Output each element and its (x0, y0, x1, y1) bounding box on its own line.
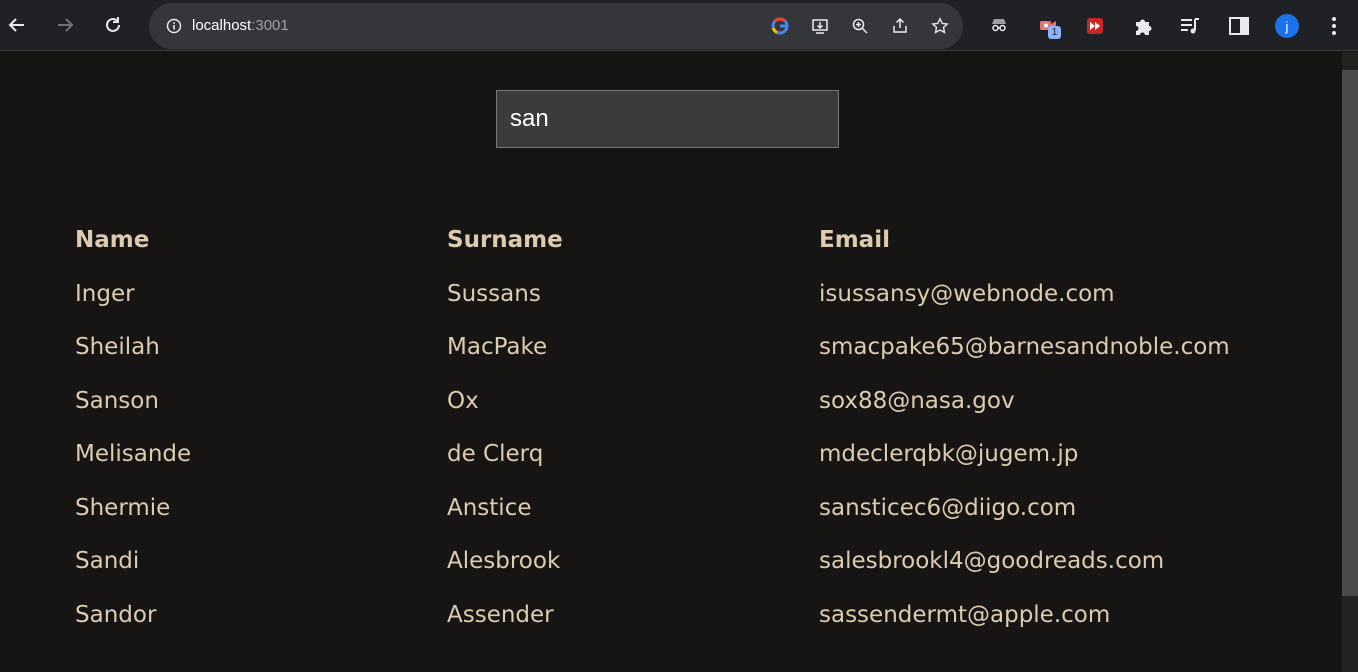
cell-email: mdeclerqbk@jugem.jp (819, 441, 1079, 467)
arrow-left-icon (8, 18, 24, 32)
cell-surname: Ox (447, 387, 479, 414)
share-icon[interactable] (889, 15, 911, 37)
more-menu-icon[interactable] (1322, 14, 1346, 38)
site-info-icon[interactable] (163, 15, 185, 37)
search-input[interactable] (496, 90, 839, 148)
cell-email: isussansy@webnode.com (819, 280, 1115, 307)
forward-button[interactable] (48, 8, 82, 42)
extension-spy-icon[interactable] (987, 14, 1011, 38)
cell-name: Inger (75, 280, 135, 307)
header-surname: Surname (447, 227, 563, 253)
cell-surname: Sussans (447, 280, 541, 307)
extensions-puzzle-icon[interactable] (1131, 14, 1155, 38)
table-row: Sanson Ox sox88@nasa.gov (75, 386, 1275, 440)
table-row: Sandor Assender sassendermt@apple.com (75, 600, 1275, 654)
cell-name: Sandor (75, 601, 157, 628)
url-text: localhost:3001 (192, 16, 289, 36)
scrollbar-thumb[interactable] (1342, 70, 1358, 596)
reload-icon (106, 17, 120, 32)
table-row: Sandi Alesbrook salesbrookl4@goodreads.c… (75, 546, 1275, 600)
extension-forward-icon[interactable] (1083, 14, 1107, 38)
back-button[interactable] (0, 8, 34, 42)
reading-list-icon[interactable] (1178, 14, 1202, 38)
cell-name: Sheilah (75, 334, 160, 360)
page-content: Name Surname Email Inger Sussans isussan… (0, 52, 1342, 672)
cell-name: Sanson (75, 387, 159, 414)
google-lens-icon[interactable] (769, 15, 791, 37)
cell-surname: Anstice (447, 494, 532, 521)
reload-button[interactable] (96, 8, 130, 42)
cell-email: salesbrookl4@goodreads.com (819, 548, 1165, 574)
table-header-row: Name Surname Email (75, 225, 1275, 279)
extension-badge: 1 (1048, 26, 1061, 39)
cell-email: sassendermt@apple.com (819, 601, 1111, 628)
table-row: Inger Sussans isussansy@webnode.com (75, 279, 1275, 333)
bookmark-star-icon[interactable] (929, 15, 951, 37)
table-row: Melisande de Clerq mdeclerqbk@jugem.jp (75, 439, 1275, 493)
extension-video-icon[interactable]: 1 (1036, 14, 1061, 39)
address-bar[interactable]: localhost:3001 (149, 3, 963, 49)
browser-toolbar: localhost:3001 1 j (0, 0, 1358, 51)
url-port: :3001 (251, 17, 289, 34)
install-app-icon[interactable] (809, 15, 831, 37)
cell-surname: de Clerq (447, 441, 544, 467)
cell-name: Melisande (75, 441, 192, 467)
table-row: Sheilah MacPake smacpake65@barnesandnobl… (75, 332, 1275, 386)
cell-email: sox88@nasa.gov (819, 387, 1015, 414)
cell-name: Shermie (75, 494, 171, 521)
cell-email: smacpake65@barnesandnoble.com (819, 334, 1230, 360)
zoom-icon[interactable] (849, 15, 871, 37)
table-row: Shermie Anstice sansticec6@diigo.com (75, 493, 1275, 547)
header-email: Email (819, 227, 890, 253)
cell-email: sansticec6@diigo.com (819, 494, 1077, 521)
cell-surname: MacPake (447, 334, 548, 360)
url-host: localhost (192, 17, 252, 34)
side-panel-icon[interactable] (1227, 14, 1251, 38)
cell-surname: Alesbrook (447, 548, 561, 574)
header-name: Name (75, 227, 150, 253)
users-table: Name Surname Email Inger Sussans isussan… (75, 225, 1275, 653)
profile-avatar[interactable]: j (1275, 14, 1299, 38)
cell-surname: Assender (447, 601, 554, 628)
arrow-right-icon (58, 18, 74, 32)
cell-name: Sandi (75, 548, 140, 574)
